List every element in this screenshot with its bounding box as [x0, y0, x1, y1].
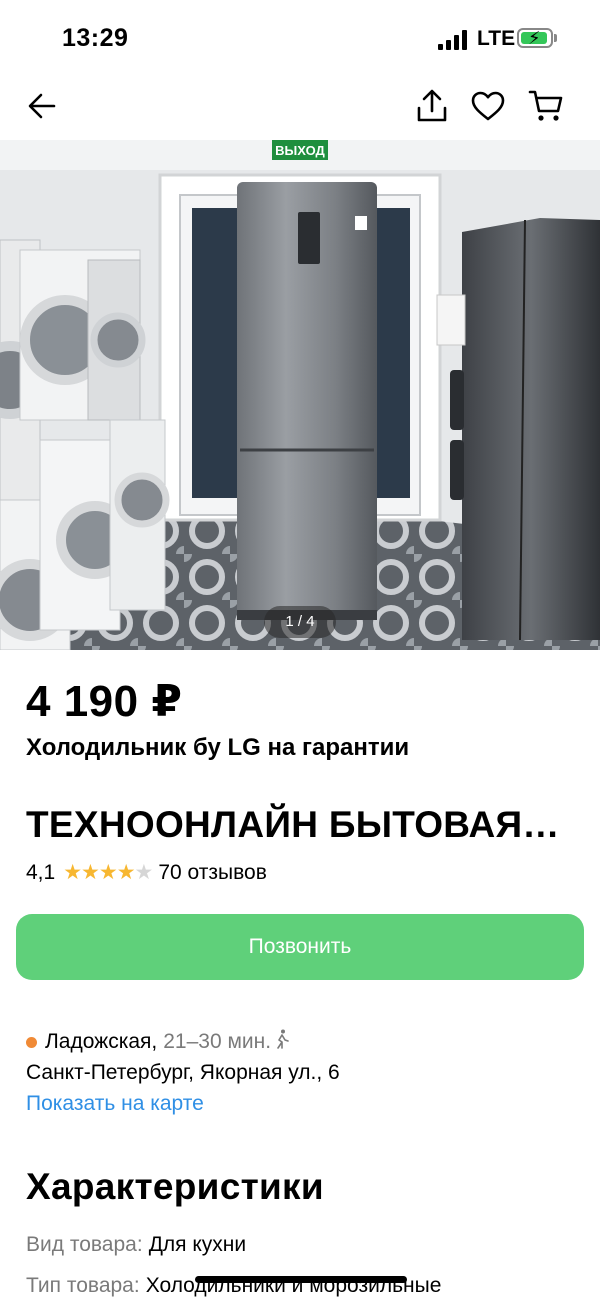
seller-name[interactable]: ТЕХНООНЛАЙН БЫТОВАЯ… — [26, 804, 560, 846]
cart-icon[interactable] — [526, 86, 566, 126]
metro-line-icon — [26, 1036, 37, 1048]
star-icon: ★ — [98, 861, 118, 884]
star-icon: ★ — [134, 861, 154, 884]
rating-stars: ★★★★★ — [63, 860, 154, 885]
metro-name: Ладожская, — [45, 1030, 158, 1053]
status-time: 13:29 — [62, 24, 129, 52]
spec-row: Вид товара: Для кухни — [26, 1233, 246, 1257]
spec-value: Для кухни — [148, 1233, 247, 1256]
rating-value: 4,1 — [26, 860, 56, 884]
price: 4 190 ₽ — [26, 677, 183, 726]
reviews-count: 70 отзывов — [158, 860, 267, 884]
metro-station: Ладожская, 21–30 мин. — [26, 1029, 290, 1055]
home-indicator[interactable] — [195, 1276, 407, 1283]
exit-sign: ВЫХОД — [275, 143, 325, 158]
call-button[interactable]: Позвонить — [16, 914, 584, 980]
network-label: LTE — [477, 27, 516, 50]
address: Санкт-Петербург, Якорная ул., 6 — [26, 1061, 340, 1084]
walk-time: 21–30 мин. — [163, 1030, 272, 1053]
seller-rating[interactable]: 4,1 ★★★★★ 70 отзывов — [26, 860, 267, 885]
walking-icon — [274, 1029, 290, 1055]
listing-title: Холодильник бу LG на гарантии — [26, 734, 410, 761]
battery-tip — [554, 34, 557, 42]
star-icon: ★ — [63, 861, 82, 884]
spec-label: Вид товара: — [26, 1233, 143, 1256]
heart-icon[interactable] — [468, 86, 508, 126]
product-photo[interactable]: ВЫХОД — [0, 140, 600, 650]
star-icon: ★ — [116, 861, 136, 884]
show-on-map-link[interactable]: Показать на карте — [26, 1092, 204, 1116]
spec-label: Тип товара: — [26, 1274, 140, 1297]
back-arrow-icon[interactable] — [22, 86, 62, 126]
characteristics-title: Характеристики — [26, 1166, 324, 1207]
share-icon[interactable] — [412, 86, 452, 126]
star-icon: ★ — [81, 861, 100, 884]
battery-icon: ⚡ — [517, 28, 553, 48]
photo-counter: 1 / 4 — [264, 606, 336, 638]
signal-icon — [438, 30, 468, 50]
